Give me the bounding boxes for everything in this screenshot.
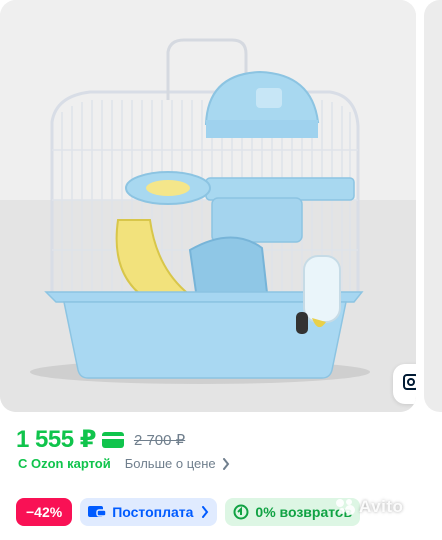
avito-logo-icon [336, 499, 355, 515]
avito-watermark: Avito [334, 497, 403, 517]
image-search-icon [403, 374, 416, 390]
discount-badge: −42% [16, 498, 73, 526]
price-row: 1 555 ₽ 2 700 ₽ [16, 425, 185, 454]
postpay-badge[interactable]: Постоплата [80, 498, 218, 526]
return-arrow-icon [233, 504, 249, 520]
postpay-label: Постоплата [112, 504, 194, 520]
old-price: 2 700 ₽ [133, 431, 186, 449]
ozon-card-row: С Ozon картой Больше о цене [18, 456, 230, 471]
product-photo-hamster-cage [0, 0, 416, 412]
image-search-button[interactable] [393, 364, 416, 404]
current-price: 1 555 ₽ [16, 426, 96, 453]
watermark-text: Avito [359, 497, 404, 516]
discount-label: −42% [26, 504, 63, 520]
ozon-card-icon [101, 431, 124, 448]
badges-row: −42% Постоплата 0% возвратов [16, 498, 361, 526]
chevron-right-icon [202, 506, 209, 518]
next-product-image-peek[interactable] [424, 0, 442, 412]
product-image-card[interactable] [0, 0, 416, 412]
ozon-card-label: С Ozon картой [18, 456, 111, 471]
more-price-label: Больше о цене [124, 456, 216, 471]
chevron-right-icon [222, 457, 229, 470]
wallet-card-icon [88, 506, 107, 517]
more-price-link[interactable]: Больше о цене [125, 456, 230, 471]
